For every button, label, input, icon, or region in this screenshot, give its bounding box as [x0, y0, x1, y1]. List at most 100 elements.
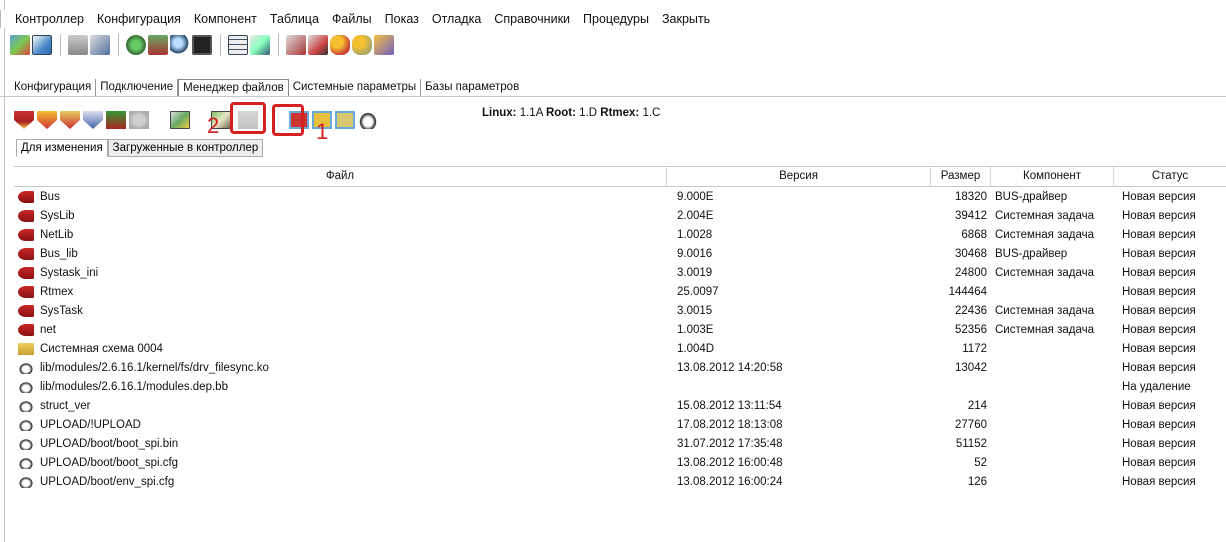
- cell-size: 39412: [955, 209, 987, 222]
- highlight-button-1: [272, 104, 304, 136]
- table-row[interactable]: Системная схема 0004 1.004D 1172 Новая верс…: [14, 339, 1226, 358]
- menu-configuration[interactable]: Конфигурация: [97, 12, 181, 26]
- table-row[interactable]: Rtmex 25.0097 144464 Новая версия: [14, 282, 1226, 301]
- tab-parameter-bases[interactable]: Базы параметров: [421, 79, 523, 96]
- network-icon[interactable]: [126, 35, 146, 55]
- upload-icon[interactable]: [170, 111, 190, 129]
- monitor-icon[interactable]: [192, 35, 212, 55]
- download-module-icon[interactable]: [14, 111, 34, 129]
- linux-tux-icon: [18, 399, 34, 412]
- config-grid-icon[interactable]: [32, 35, 52, 55]
- download-controller-icon[interactable]: [106, 111, 126, 129]
- subtab-for-change[interactable]: Для изменения: [16, 139, 108, 157]
- table-icon[interactable]: [228, 35, 248, 55]
- cell-file: struct_ver: [14, 399, 667, 412]
- cell-file: Rtmex: [14, 285, 667, 298]
- table-row[interactable]: net 1.003E 52356 Системная задача Новая верс…: [14, 320, 1226, 339]
- table-row[interactable]: lib/modules/2.6.16.1/kernel/fs/drv_files…: [14, 358, 1226, 377]
- table-row[interactable]: NetLib 1.0028 6868 Системная задача Новая ве…: [14, 225, 1226, 244]
- cell-size: 214: [967, 399, 987, 412]
- module-icon[interactable]: [68, 35, 88, 55]
- header-version[interactable]: Версия: [667, 167, 931, 186]
- cell-size: 18320: [955, 190, 987, 203]
- header-component[interactable]: Компонент: [991, 167, 1114, 186]
- tab-configuration[interactable]: Конфигурация: [10, 79, 97, 96]
- cell-size: 13042: [955, 361, 987, 374]
- table-row[interactable]: SysTask 3.0015 22436 Системная задача Новая …: [14, 301, 1226, 320]
- menu-references[interactable]: Справочники: [494, 12, 570, 26]
- menu-bar: Контроллер Конфигурация Компонент Таблиц…: [0, 10, 1226, 28]
- doc-icon[interactable]: [286, 35, 306, 55]
- menu-debug[interactable]: Отладка: [432, 12, 481, 26]
- annotation-number-1: 1: [316, 119, 329, 144]
- table-row[interactable]: lib/modules/2.6.16.1/modules.dep.bb На уд…: [14, 377, 1226, 396]
- table-row[interactable]: SysLib 2.004E 39412 Системная задача Новая в…: [14, 206, 1226, 225]
- cell-status: Новая версия: [1122, 342, 1196, 355]
- cell-version: 1.0028: [677, 228, 713, 241]
- header-status[interactable]: Статус: [1114, 167, 1226, 186]
- table-body: Bus 9.000E 18320 BUS-драйвер Новая версия Sys…: [14, 187, 1226, 491]
- module-edit-icon[interactable]: [90, 35, 110, 55]
- menu-procedures[interactable]: Процедуры: [583, 12, 649, 26]
- file-name: UPLOAD/boot/boot_spi.bin: [40, 437, 179, 450]
- controller-icon[interactable]: [148, 35, 168, 55]
- menu-close[interactable]: Закрыть: [662, 12, 710, 26]
- people-edit-icon[interactable]: [352, 35, 372, 55]
- search-icon[interactable]: [170, 35, 190, 55]
- menu-view[interactable]: Показ: [385, 12, 419, 26]
- linux-value: 1.1A: [519, 107, 543, 119]
- table-edit-icon[interactable]: [250, 35, 270, 55]
- cell-status: Новая версия: [1122, 399, 1196, 412]
- header-file[interactable]: Файл: [14, 167, 667, 186]
- wizard-icon[interactable]: [374, 35, 394, 55]
- cell-file: Bus: [14, 190, 667, 203]
- linux-tux-icon: [18, 475, 34, 488]
- tape-module-icon: [18, 323, 34, 336]
- menu-component[interactable]: Компонент: [194, 12, 257, 26]
- linux-label: Linux:: [482, 107, 517, 119]
- people-icon[interactable]: [330, 35, 350, 55]
- version-status: Linux: 1.1A Root: 1.D Rtmex: 1.C: [482, 107, 660, 119]
- tab-connection[interactable]: Подключение: [96, 79, 179, 96]
- config-icon[interactable]: [10, 35, 30, 55]
- table-row[interactable]: Bus 9.000E 18320 BUS-драйвер Новая версия: [14, 187, 1226, 206]
- download-table-icon[interactable]: [60, 111, 80, 129]
- tape-module-icon: [18, 209, 34, 222]
- file-name: SysTask: [40, 304, 83, 317]
- tab-system-parameters[interactable]: Системные параметры: [289, 79, 422, 96]
- tape-module-icon: [18, 190, 34, 203]
- table-row[interactable]: UPLOAD/boot/boot_spi.bin 31.07.2012 17:35…: [14, 434, 1226, 453]
- menu-files[interactable]: Файлы: [332, 12, 372, 26]
- cell-status: На удаление: [1122, 380, 1191, 393]
- header-size[interactable]: Размер: [931, 167, 991, 186]
- table-row[interactable]: UPLOAD/!UPLOAD 17.08.2012 18:13:08 27760 Но…: [14, 415, 1226, 434]
- cell-component: BUS-драйвер: [995, 247, 1068, 260]
- cell-version: 1.004D: [677, 342, 715, 355]
- subtab-loaded-in-controller[interactable]: Загруженные в контроллер: [107, 139, 264, 157]
- doc-edit-icon[interactable]: [308, 35, 328, 55]
- file-name: NetLib: [40, 228, 74, 241]
- download-folder-icon[interactable]: [37, 111, 57, 129]
- table-row[interactable]: struct_ver 15.08.2012 13:11:54 214 Новая ве…: [14, 396, 1226, 415]
- cell-status: Новая версия: [1122, 247, 1196, 260]
- table-row[interactable]: Systask_ini 3.0019 24800 Системная задача Но…: [14, 263, 1226, 282]
- file-table: Файл Версия Размер Компонент Статус Bus 9…: [14, 166, 1226, 491]
- rtmex-value: 1.C: [642, 107, 661, 119]
- toolbar-separator: [118, 34, 120, 56]
- menu-controller[interactable]: Контроллер: [15, 12, 84, 26]
- file-name: UPLOAD/boot/boot_spi.cfg: [40, 456, 179, 469]
- filter-table-icon[interactable]: [335, 111, 355, 129]
- table-row[interactable]: Bus_lib 9.0016 30468 BUS-драйвер Новая верси…: [14, 244, 1226, 263]
- table-header: Файл Версия Размер Компонент Статус: [14, 166, 1226, 187]
- table-row[interactable]: UPLOAD/boot/env_spi.cfg 13.08.2012 16:00:…: [14, 472, 1226, 491]
- table-row[interactable]: UPLOAD/boot/boot_spi.cfg 13.08.2012 16:00…: [14, 453, 1226, 472]
- tab-file-manager[interactable]: Менеджер файлов: [178, 79, 289, 96]
- tape-module-icon: [18, 247, 34, 260]
- menu-table[interactable]: Таблица: [270, 12, 319, 26]
- cell-version: 3.0015: [677, 304, 713, 317]
- linux-icon[interactable]: [358, 111, 378, 129]
- cell-file: lib/modules/2.6.16.1/modules.dep.bb: [14, 380, 667, 393]
- file-subtabs: Для изменения Загруженные в контроллер: [16, 139, 264, 157]
- download-doc-icon[interactable]: [83, 111, 103, 129]
- database-icon[interactable]: [129, 111, 149, 129]
